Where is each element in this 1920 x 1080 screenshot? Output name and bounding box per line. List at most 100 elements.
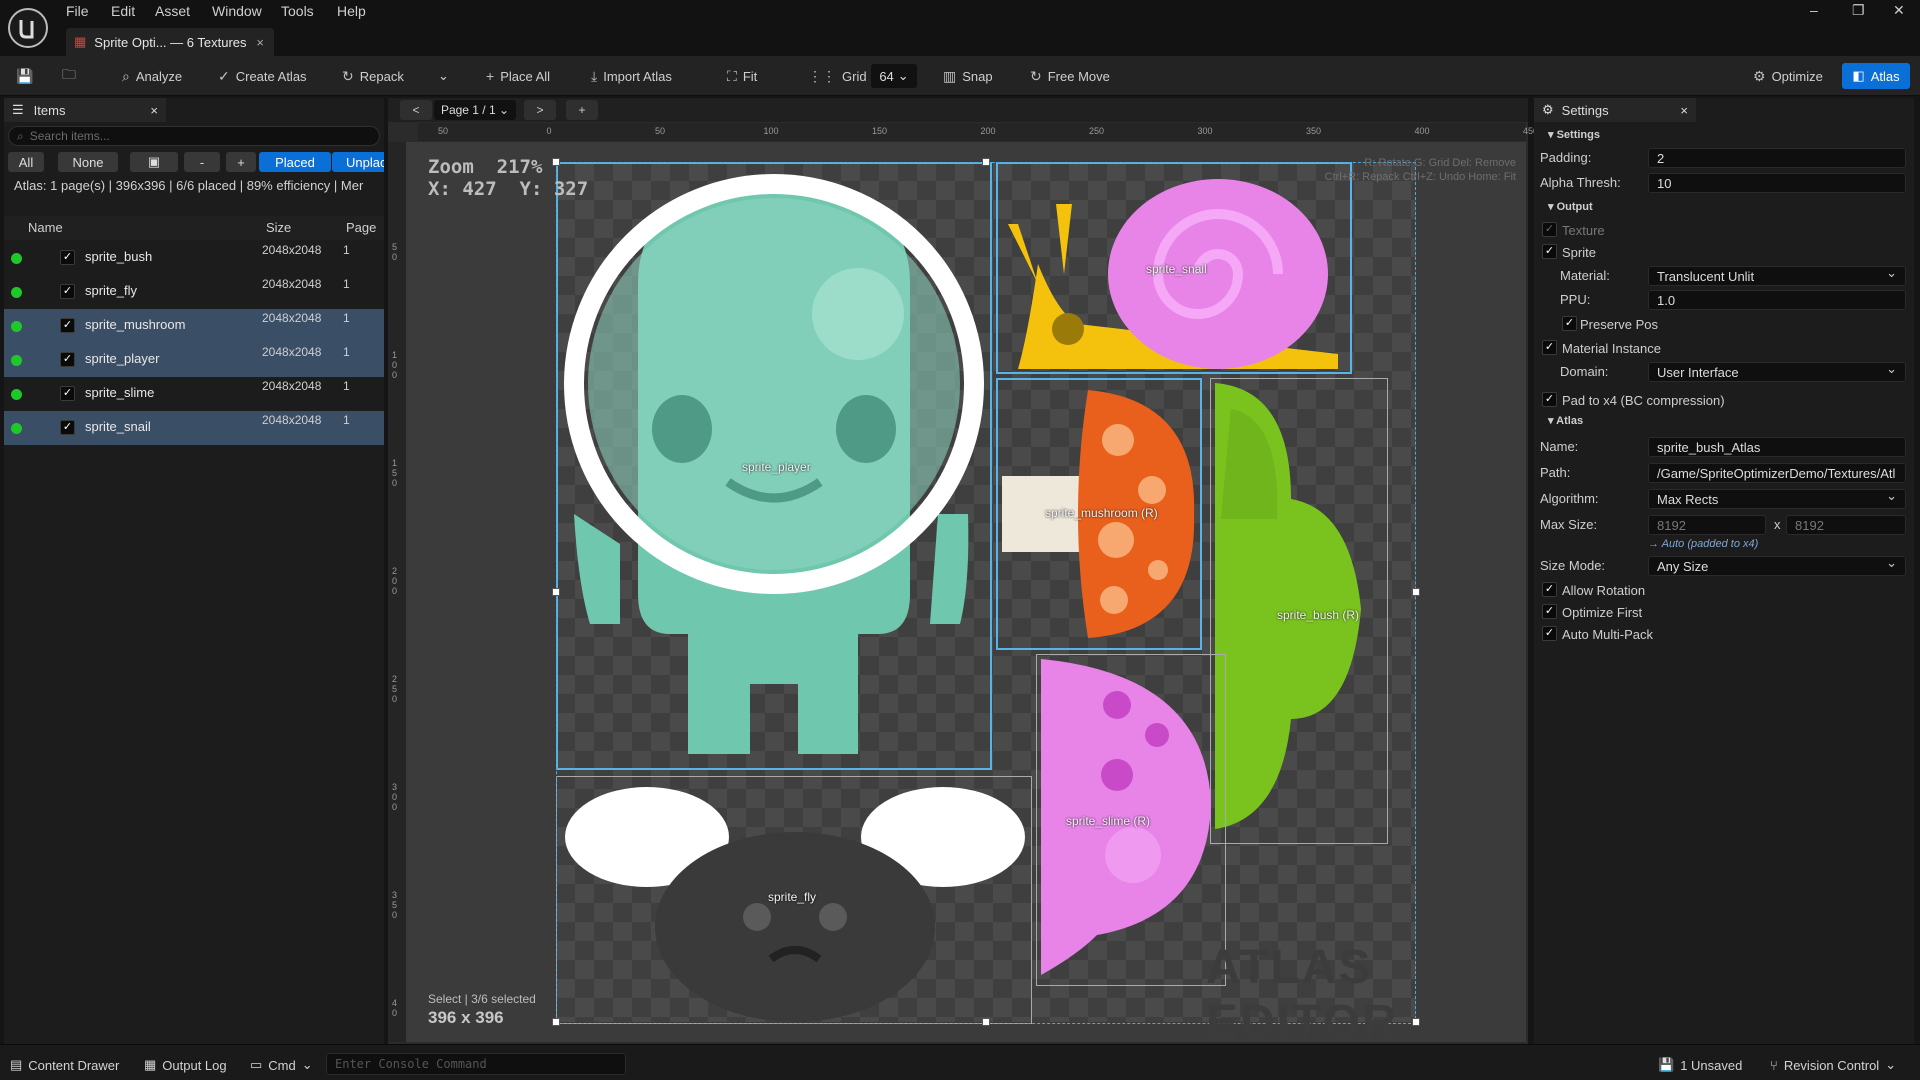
optimize-first-checkbox[interactable]: ✓ bbox=[1542, 604, 1557, 619]
unreal-logo[interactable] bbox=[8, 8, 48, 48]
table-row[interactable]: ✓ sprite_mushroom 2048x2048 1 bbox=[4, 309, 384, 343]
menu-asset[interactable]: Asset bbox=[155, 3, 190, 19]
next-page-button[interactable]: > bbox=[524, 100, 556, 120]
minimize-icon[interactable]: – bbox=[1810, 2, 1818, 18]
analyze-button[interactable]: ⌕ Analyze bbox=[122, 66, 182, 86]
size-mode-select[interactable]: Any Size bbox=[1648, 556, 1906, 576]
texture-checkbox[interactable]: ✓ bbox=[1542, 222, 1557, 237]
max-size-height-field[interactable]: 8192 bbox=[1786, 515, 1906, 535]
atlas-path-field[interactable]: /Game/SpriteOptimizerDemo/Textures/Atl bbox=[1648, 463, 1906, 483]
ruler-tick-label: 150 bbox=[872, 126, 888, 136]
alpha-thresh-field[interactable]: 10 bbox=[1648, 173, 1906, 193]
grid-size-select[interactable]: 64 ⌄ bbox=[871, 64, 917, 88]
row-checkbox[interactable]: ✓ bbox=[60, 284, 75, 299]
row-checkbox[interactable]: ✓ bbox=[60, 250, 75, 265]
optimize-button[interactable]: ⚙ Optimize bbox=[1753, 66, 1823, 86]
close-tab-icon[interactable]: × bbox=[256, 35, 264, 50]
material-select[interactable]: Translucent Unlit bbox=[1648, 266, 1906, 286]
search-input[interactable]: ⌕ Search items... bbox=[8, 126, 380, 146]
place-all-button[interactable]: + Place All bbox=[486, 66, 550, 86]
fit-button[interactable]: ⛶ Fit bbox=[727, 66, 757, 86]
close-panel-icon[interactable]: × bbox=[150, 103, 158, 118]
resize-handle-bl[interactable] bbox=[552, 1018, 560, 1026]
row-checkbox[interactable]: ✓ bbox=[60, 318, 75, 333]
free-move-button[interactable]: ↻ Free Move bbox=[1030, 66, 1110, 86]
pad-x4-checkbox[interactable]: ✓ bbox=[1542, 392, 1557, 407]
repack-button[interactable]: ↻ Repack bbox=[342, 66, 404, 86]
revision-control-button[interactable]: ⑂ Revision Control ⌄ bbox=[1770, 1057, 1896, 1073]
ruler-tick-label: 50 bbox=[655, 126, 666, 136]
repack-dropdown-icon[interactable]: ⌄ bbox=[438, 66, 449, 86]
table-row[interactable]: ✓ sprite_fly 2048x2048 1 bbox=[4, 275, 384, 309]
output-log-button[interactable]: ▦ Output Log bbox=[144, 1057, 227, 1073]
resize-handle-mr[interactable] bbox=[1412, 588, 1420, 596]
console-input[interactable]: Enter Console Command bbox=[326, 1053, 626, 1075]
row-checkbox[interactable]: ✓ bbox=[60, 352, 75, 367]
section-settings-label: Settings bbox=[1556, 129, 1600, 141]
filter-placed-button[interactable]: Placed bbox=[259, 152, 331, 172]
filter-unplaced-button[interactable]: Unplac bbox=[332, 152, 384, 172]
snap-button[interactable]: ▥ Snap bbox=[943, 66, 993, 86]
material-instance-checkbox[interactable]: ✓ bbox=[1542, 340, 1557, 355]
canvas[interactable]: sprite_player sprite_snail sprite_mushro… bbox=[406, 142, 1526, 1042]
status-dot bbox=[11, 389, 22, 400]
page-select[interactable]: Page 1 / 1 ⌄ bbox=[434, 100, 516, 120]
ruler-tick-label: 1 0 0 bbox=[392, 350, 398, 380]
items-panel-tab[interactable]: ☰ Items × bbox=[4, 98, 166, 122]
table-row[interactable]: ✓ sprite_player 2048x2048 1 bbox=[4, 343, 384, 377]
settings-tab[interactable]: ⚙ Settings × bbox=[1534, 98, 1696, 122]
menu-help[interactable]: Help bbox=[337, 3, 366, 19]
add-page-button[interactable]: + bbox=[566, 100, 598, 120]
atlas-canvas[interactable]: sprite_player sprite_snail sprite_mushro… bbox=[552, 158, 1420, 1026]
unsaved-button[interactable]: 💾 1 Unsaved bbox=[1658, 1057, 1742, 1073]
col-size[interactable]: Size bbox=[266, 220, 291, 235]
section-output[interactable]: ▾ Output bbox=[1548, 200, 1593, 213]
sprite-checkbox[interactable]: ✓ bbox=[1542, 244, 1557, 259]
section-atlas[interactable]: ▾ Atlas bbox=[1548, 414, 1583, 427]
import-atlas-button[interactable]: ⤓ Import Atlas bbox=[591, 66, 672, 86]
menu-window[interactable]: Window bbox=[212, 3, 262, 19]
allow-rotation-checkbox[interactable]: ✓ bbox=[1542, 582, 1557, 597]
prev-page-button[interactable]: < bbox=[400, 100, 432, 120]
ppu-field[interactable]: 1.0 bbox=[1648, 290, 1906, 310]
filter-all-button[interactable]: All bbox=[8, 152, 44, 172]
row-checkbox[interactable]: ✓ bbox=[60, 420, 75, 435]
table-row[interactable]: ✓ sprite_bush 2048x2048 1 bbox=[4, 241, 384, 275]
check-icon: ✓ bbox=[218, 67, 230, 84]
status-bar: ▤ Content Drawer ▦ Output Log ▭ Cmd ⌄ Enter … bbox=[0, 1044, 1920, 1080]
resize-handle-bm[interactable] bbox=[982, 1018, 990, 1026]
table-row[interactable]: ✓ sprite_snail 2048x2048 1 bbox=[4, 411, 384, 445]
max-size-width-field[interactable]: 8192 bbox=[1648, 515, 1766, 535]
filter-plus-button[interactable]: + bbox=[226, 152, 256, 172]
algorithm-select[interactable]: Max Rects bbox=[1648, 489, 1906, 509]
row-checkbox[interactable]: ✓ bbox=[60, 386, 75, 401]
table-row[interactable]: ✓ sprite_slime 2048x2048 1 bbox=[4, 377, 384, 411]
menu-file[interactable]: File bbox=[66, 3, 89, 19]
domain-select[interactable]: User Interface bbox=[1648, 362, 1906, 382]
grid-button[interactable]: ⋮⋮ Grid bbox=[808, 66, 867, 86]
content-drawer-button[interactable]: ▤ Content Drawer bbox=[10, 1057, 119, 1073]
atlas-button[interactable]: ◧ Atlas bbox=[1842, 63, 1910, 89]
create-atlas-button[interactable]: ✓ Create Atlas bbox=[218, 66, 307, 86]
menu-edit[interactable]: Edit bbox=[111, 3, 135, 19]
padding-field[interactable]: 2 bbox=[1648, 148, 1906, 168]
filter-minus-button[interactable]: - bbox=[184, 152, 220, 172]
filter-frame-button[interactable]: ▣ bbox=[130, 152, 178, 172]
restore-icon[interactable]: ❐ bbox=[1852, 2, 1865, 19]
close-window-icon[interactable]: ✕ bbox=[1893, 2, 1905, 19]
col-name[interactable]: Name bbox=[28, 220, 63, 235]
document-tab[interactable]: ▦ Sprite Opti... — 6 Textures × bbox=[66, 28, 274, 56]
filter-none-button[interactable]: None bbox=[58, 152, 118, 172]
atlas-name-field[interactable]: sprite_bush_Atlas bbox=[1648, 437, 1906, 457]
save-icon[interactable]: 💾 bbox=[16, 66, 33, 86]
close-panel-icon[interactable]: × bbox=[1680, 103, 1688, 118]
preserve-pos-checkbox[interactable]: ✓ bbox=[1562, 316, 1577, 331]
col-page[interactable]: Page bbox=[346, 220, 376, 235]
resize-handle-ml[interactable] bbox=[552, 588, 560, 596]
menu-tools[interactable]: Tools bbox=[281, 3, 314, 19]
section-settings[interactable]: ▾ Settings bbox=[1548, 128, 1600, 141]
browse-icon[interactable]: 🗀 bbox=[62, 66, 76, 86]
cmd-select[interactable]: ▭ Cmd ⌄ bbox=[250, 1057, 313, 1073]
auto-multipack-checkbox[interactable]: ✓ bbox=[1542, 626, 1557, 641]
resize-handle-tm[interactable] bbox=[982, 158, 990, 166]
